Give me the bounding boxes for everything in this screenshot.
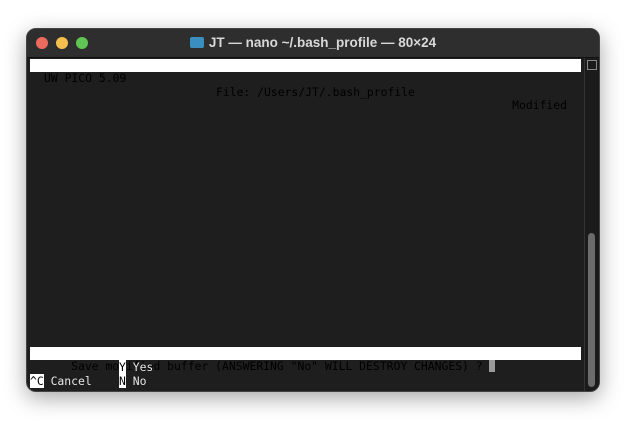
option-yes[interactable]: Y Yes <box>119 360 154 374</box>
window-title-text: JT — nano ~/.bash_profile — 80×24 <box>208 35 437 50</box>
save-prompt[interactable]: Save modified buffer (ANSWERING "No" WIL… <box>30 347 581 373</box>
terminal-window: JT — nano ~/.bash_profile — 80×24 UW PIC… <box>26 28 600 392</box>
option-key: N <box>119 374 126 388</box>
shortcut-key: ^C <box>30 374 44 388</box>
modified-status: Modified <box>512 98 567 113</box>
terminal-content[interactable]: UW PICO 5.09 File: /Users/JT/.bash_profi… <box>30 58 582 388</box>
option-label: Yes <box>132 360 154 374</box>
window-title: JT — nano ~/.bash_profile — 80×24 <box>27 35 599 50</box>
folder-icon <box>189 37 204 48</box>
scrollbar-thumb[interactable] <box>588 233 595 387</box>
app-version: UW PICO 5.09 <box>44 71 127 86</box>
scrollbar[interactable] <box>584 58 599 391</box>
option-no[interactable]: N No <box>119 374 147 388</box>
scroll-marker-icon <box>587 60 597 70</box>
file-name: File: /Users/JT/.bash_profile <box>216 84 415 99</box>
title-bar[interactable]: JT — nano ~/.bash_profile — 80×24 <box>27 29 599 58</box>
option-label: No <box>132 374 147 388</box>
option-key: Y <box>119 360 126 374</box>
header-bar: UW PICO 5.09 File: /Users/JT/.bash_profi… <box>30 59 581 112</box>
shortcut-cancel[interactable]: ^C Cancel <box>30 374 92 388</box>
shortcut-label: Cancel <box>50 374 92 388</box>
cursor <box>489 360 496 373</box>
